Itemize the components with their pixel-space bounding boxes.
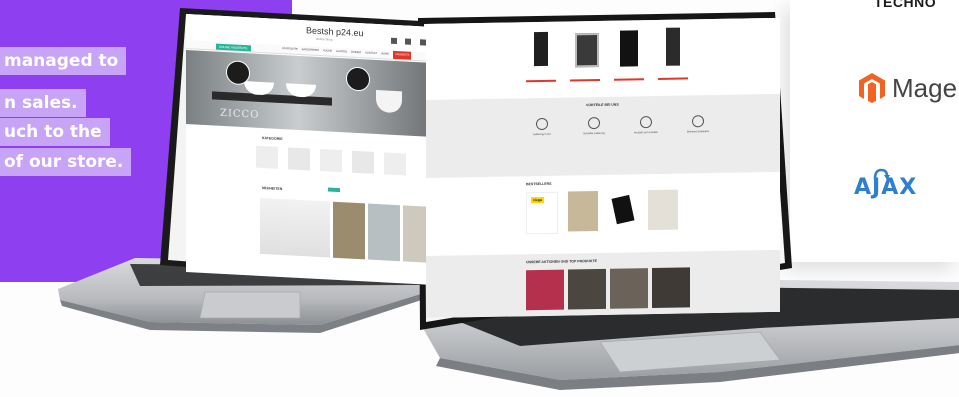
left-site-tagline: Online Shop bbox=[316, 36, 333, 42]
chat-icon bbox=[640, 116, 652, 129]
brand-badge: viega bbox=[531, 196, 544, 204]
category-card[interactable] bbox=[384, 152, 406, 176]
product-card[interactable] bbox=[368, 203, 400, 262]
menu-item-sale[interactable]: ANGEBOTE bbox=[393, 50, 412, 60]
menu-item[interactable]: HOME bbox=[381, 50, 389, 58]
left-categories-title: KATEGORIE bbox=[262, 135, 283, 142]
product-card[interactable] bbox=[260, 197, 330, 258]
right-price-row bbox=[526, 77, 716, 86]
clock-icon bbox=[588, 116, 600, 130]
product-card[interactable] bbox=[526, 27, 556, 73]
promo-card[interactable] bbox=[610, 268, 648, 309]
advantage-item: Sicheres Einkaufen bbox=[682, 115, 714, 134]
advantage-item: Lieferung in EU bbox=[526, 117, 558, 137]
category-card[interactable] bbox=[320, 149, 342, 173]
left-hero-banner[interactable]: ZICCO bbox=[186, 50, 434, 137]
promo-card[interactable] bbox=[526, 269, 564, 311]
right-advantages-section: VORTEILE BEI UNS Lieferung in EU Schnell… bbox=[426, 93, 780, 178]
promo-card[interactable] bbox=[652, 267, 690, 309]
product-card[interactable] bbox=[614, 26, 644, 71]
category-card[interactable] bbox=[256, 145, 278, 169]
hero-stage: managed to n sales. uch to the of our st… bbox=[0, 0, 959, 397]
menu-item[interactable]: KUCHE bbox=[323, 47, 332, 55]
product-card[interactable]: viega bbox=[526, 191, 558, 235]
right-top-products bbox=[526, 25, 688, 73]
right-recommend-section: UNSERE AKTIONEN UND TOP PRODUKTE bbox=[426, 249, 780, 318]
laptop-left: Bestsh p24.eu Online Shop STARTSEITE BAD… bbox=[0, 0, 959, 397]
menu-item[interactable]: KONTAKT bbox=[365, 49, 377, 58]
laptop-left-trackpad bbox=[199, 291, 301, 319]
truck-icon bbox=[536, 117, 548, 131]
recommend-title: UNSERE AKTIONEN UND TOP PRODUKTE bbox=[526, 259, 597, 265]
left-highlights-title: NEUHEITEN bbox=[262, 185, 283, 192]
product-card[interactable] bbox=[648, 189, 678, 231]
menu-item[interactable]: ZIMMER bbox=[351, 49, 361, 58]
left-site-logo[interactable]: Bestsh p24.eu bbox=[306, 25, 364, 38]
product-card[interactable] bbox=[570, 26, 600, 72]
promo-card[interactable] bbox=[568, 268, 606, 310]
advantage-item: Kontakt zum Kunden bbox=[630, 116, 662, 135]
product-card[interactable] bbox=[658, 25, 688, 70]
product-card[interactable] bbox=[333, 201, 365, 260]
product-card[interactable] bbox=[608, 190, 638, 231]
left-header-icons[interactable] bbox=[391, 31, 427, 46]
left-hero-brand: ZICCO bbox=[220, 107, 260, 121]
left-categories-row bbox=[256, 145, 406, 176]
category-card[interactable] bbox=[352, 150, 374, 174]
lock-icon bbox=[692, 115, 704, 128]
category-card[interactable] bbox=[288, 147, 310, 171]
bestsellers-row: viega bbox=[526, 189, 678, 235]
menu-item[interactable]: STARTSEITE bbox=[282, 45, 298, 54]
product-card[interactable] bbox=[568, 190, 598, 232]
menu-item[interactable]: GARTEN bbox=[336, 48, 347, 57]
left-screen-content: Bestsh p24.eu Online Shop STARTSEITE BAD… bbox=[186, 14, 434, 285]
menu-item[interactable]: BADEZIMMER bbox=[302, 46, 319, 55]
left-highlights-button[interactable] bbox=[328, 187, 340, 193]
left-highlights-row bbox=[260, 197, 434, 264]
right-screen-content: VORTEILE BEI UNS Lieferung in EU Schnell… bbox=[426, 17, 780, 318]
advantages-title: VORTEILE BEI UNS bbox=[586, 102, 619, 108]
advantage-item: Schnelle Lieferung bbox=[578, 116, 610, 136]
bestsellers-title: BESTSELLERS bbox=[526, 181, 552, 187]
